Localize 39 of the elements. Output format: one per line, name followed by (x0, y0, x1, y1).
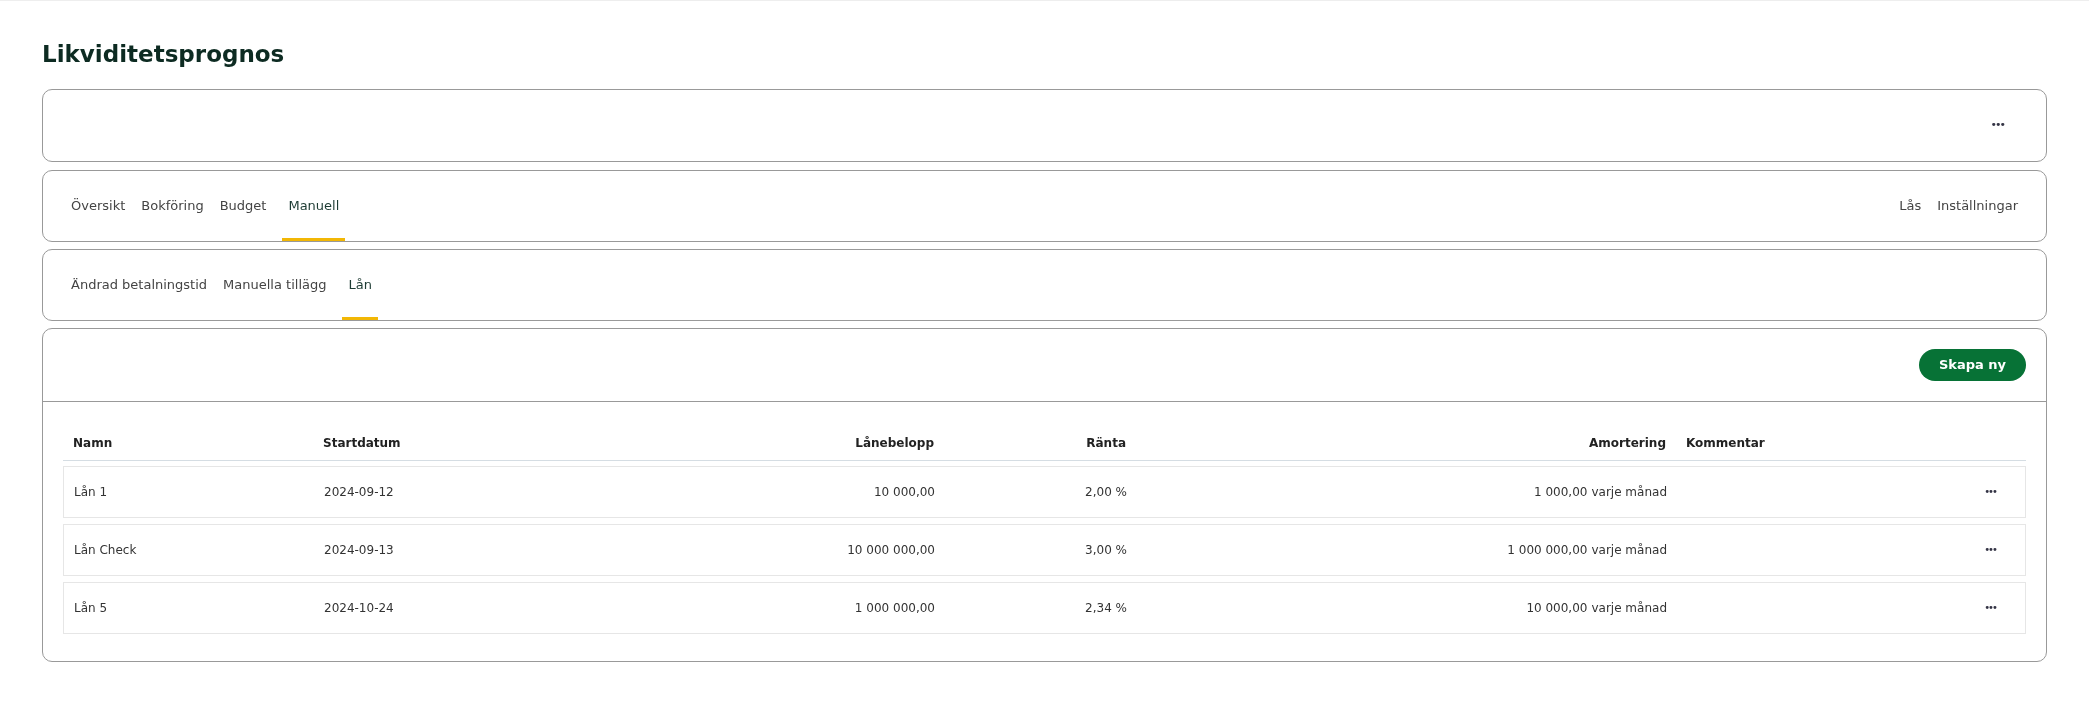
tab[interactable]: Lås (1899, 195, 1922, 216)
table-cell-text: 2024-10-24 (323, 599, 395, 617)
tab[interactable]: Manuella tillägg (223, 249, 327, 320)
column-header: Startdatum (322, 435, 402, 452)
column-header: Lånebelopp (854, 435, 935, 452)
table-cell-text: Lån Check (73, 541, 138, 559)
amortization-amount: 1 000 000,00 (1507, 541, 1588, 559)
table-cell-text: 2,34 % (1084, 599, 1128, 617)
amortization-period: varje månad (1591, 599, 1667, 617)
table-cell-text: Lån 5 (73, 599, 109, 617)
column-header: Ränta (1085, 435, 1127, 452)
column-header: Amortering (1588, 435, 1667, 452)
amortization-amount: 10 000,00 (1526, 599, 1588, 617)
table-cell-text: 10 000 000,00 (846, 541, 936, 559)
more-menu-button[interactable]: ••• (1984, 484, 1996, 499)
create-new-button[interactable]: Skapa ny (1918, 348, 2026, 381)
page-title: Likviditetsprognos (42, 40, 286, 69)
table-cell-text: 2024-09-12 (323, 483, 395, 501)
more-menu-button[interactable]: ••• (1990, 116, 2004, 134)
amortization-amount: 1 000,00 (1534, 483, 1588, 501)
table-cell-text: 10 000,00 (872, 483, 936, 501)
tab[interactable]: Budget (219, 170, 267, 241)
tab[interactable]: Inställningar (1937, 195, 2018, 216)
tab[interactable]: Manuell (282, 170, 346, 241)
table-cell-text: 2,00 % (1084, 483, 1128, 501)
table-cell-text: 2024-09-13 (323, 541, 395, 559)
tab[interactable]: Bokföring (141, 170, 204, 241)
tab[interactable]: Ändrad betalningstid (71, 249, 208, 320)
more-menu-button[interactable]: ••• (1984, 600, 1996, 615)
more-menu-button[interactable]: ••• (1984, 542, 1996, 557)
table-cell-text: 1 000 000,00 (853, 599, 936, 617)
tab[interactable]: Lån (342, 249, 378, 320)
table-cell-text: Lån 1 (73, 483, 109, 501)
column-header: Namn (72, 435, 114, 452)
column-header: Kommentar (1685, 435, 1766, 452)
amortization-period: varje månad (1591, 541, 1667, 559)
tab[interactable]: Översikt (71, 170, 126, 241)
amortization-period: varje månad (1591, 483, 1667, 501)
table-cell-text: 3,00 % (1084, 541, 1128, 559)
